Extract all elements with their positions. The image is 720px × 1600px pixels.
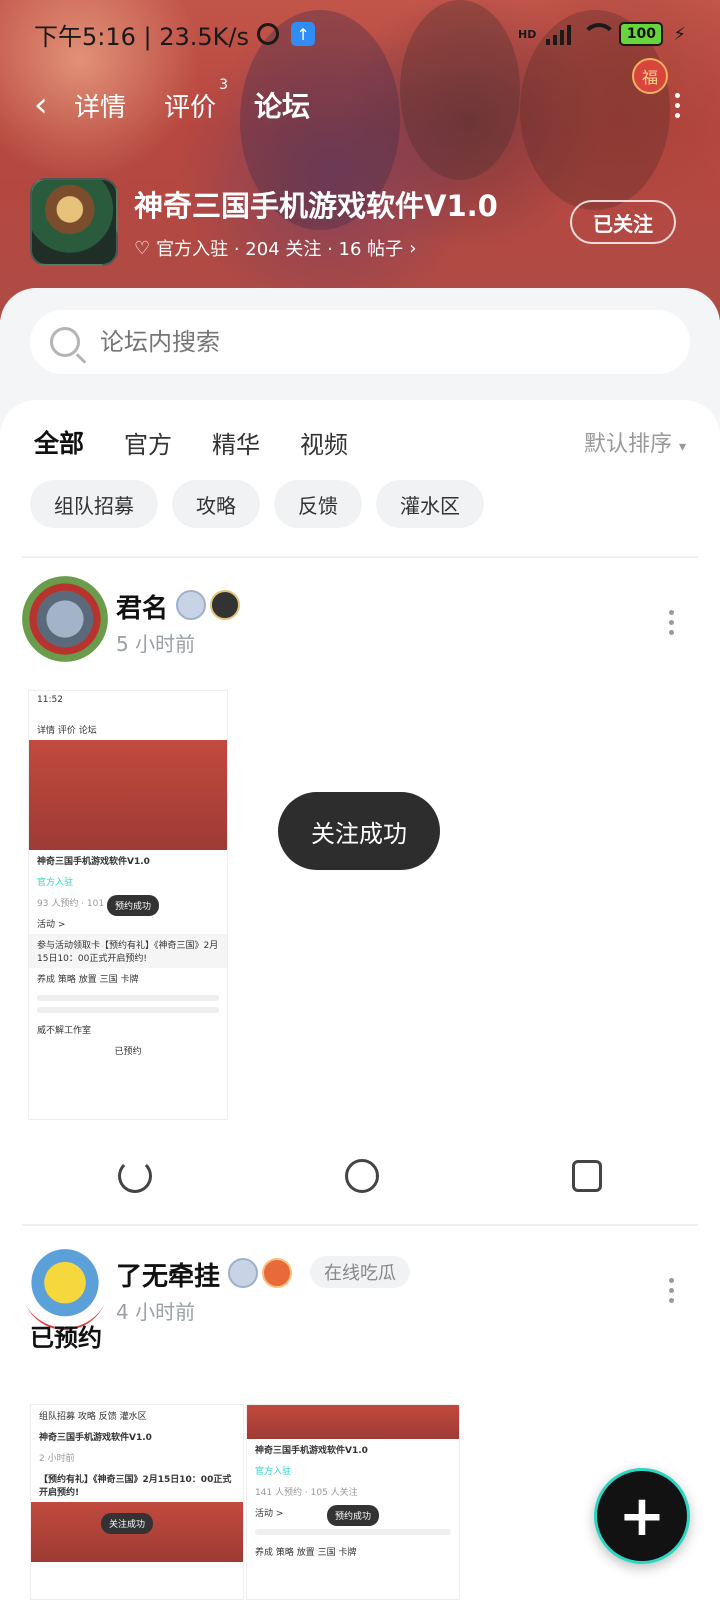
- post-image[interactable]: 11:52 详情 评价 论坛 神奇三国手机游戏软件V1.0 官方入驻 93 人预…: [28, 690, 228, 1120]
- post-card[interactable]: 君名 5 小时前 11:52 详情 评价 论坛 神奇三国手机游戏软件V1.0 官…: [22, 576, 698, 1216]
- mini-tags: 养成 策略 放置 三国 卡牌: [255, 1548, 357, 1558]
- mini-banner: [247, 1405, 459, 1439]
- post-image[interactable]: 组队招募 攻略 反馈 灌水区 神奇三国手机游戏软件V1.0 2 小时前 【预约有…: [30, 1404, 244, 1600]
- search-bar[interactable]: [30, 310, 690, 374]
- post-actions: [22, 1146, 698, 1206]
- mini-app-name: 神奇三国手机游戏软件V1.0: [255, 1446, 368, 1456]
- post-image[interactable]: 神奇三国手机游戏软件V1.0 官方入驻 141 人预约 · 105 人关注 活动…: [246, 1404, 460, 1600]
- tab-reviews[interactable]: 评价 3: [164, 77, 228, 124]
- mini-line: [255, 1529, 451, 1535]
- like-icon[interactable]: [571, 1160, 602, 1192]
- new-post-fab[interactable]: +: [594, 1468, 690, 1564]
- tab-label: 论坛: [254, 90, 311, 123]
- mini-app-name: 神奇三国手机游戏软件V1.0: [39, 1433, 152, 1443]
- filter-tab-all[interactable]: 全部: [34, 424, 84, 464]
- share-icon[interactable]: [118, 1159, 153, 1193]
- mini-toast: 预约成功: [107, 895, 160, 916]
- chip-team[interactable]: 组队招募: [30, 480, 158, 528]
- avatar[interactable]: [22, 576, 108, 662]
- mini-banner: [29, 740, 227, 850]
- divider: [22, 1224, 698, 1226]
- battery-icon: 100: [619, 22, 664, 46]
- user-badge-icon: [262, 1258, 292, 1288]
- status-time: 下午5:16 | 23.5K/s: [34, 22, 250, 51]
- tab-details[interactable]: 详情: [74, 87, 126, 124]
- filter-tabs: 全部 官方 精华 视频 默认排序 ▾: [34, 420, 686, 464]
- chip-guide[interactable]: 攻略: [172, 480, 260, 528]
- filter-tab-video[interactable]: 视频: [300, 425, 348, 460]
- forum-header-banner: 下午5:16 | 23.5K/s ↑ HD 100 ⚡ 福 ‹ 详情 评价 3 论…: [0, 0, 720, 320]
- tab-forum[interactable]: 论坛: [252, 85, 313, 127]
- mini-line: [37, 1007, 219, 1013]
- chip-water[interactable]: 灌水区: [376, 480, 484, 528]
- mini-chips: 组队招募 攻略 反馈 灌水区: [39, 1412, 147, 1422]
- search-icon: [50, 327, 80, 357]
- sort-dropdown[interactable]: 默认排序 ▾: [584, 426, 686, 458]
- search-input[interactable]: [100, 328, 600, 356]
- mini-line: [37, 995, 219, 1001]
- mini-tabs: 详情 评价 论坛: [37, 726, 97, 736]
- chevron-right-icon: ›: [409, 237, 417, 259]
- signal-icon: [546, 23, 572, 45]
- app-info: 神奇三国手机游戏软件V1.0 ♡ 官方入驻 · 204 关注 · 16 帖子 ›…: [30, 178, 676, 266]
- mini-activity: 活动 >: [37, 920, 66, 930]
- level-badge-icon: [176, 590, 206, 620]
- user-badge-icon: [210, 590, 240, 620]
- review-count: 3: [219, 76, 229, 93]
- mini-bottom: 已预约: [114, 1047, 142, 1057]
- online-status-chip: 在线吃瓜: [310, 1256, 410, 1288]
- mini-event: 参与活动领取卡【预约有礼】《神奇三国》2月15日10：00正式开启预约!: [29, 934, 227, 968]
- caret-down-icon: ▾: [678, 439, 686, 455]
- level-badge-icon: [228, 1258, 258, 1288]
- filter-tab-official[interactable]: 官方: [124, 425, 172, 460]
- mini-official: 官方入驻: [255, 1467, 292, 1477]
- app-icon[interactable]: [30, 178, 118, 266]
- post-more-icon[interactable]: [669, 1278, 674, 1303]
- charging-icon: ⚡: [673, 23, 686, 45]
- mini-status: 11:52: [29, 691, 227, 719]
- mini-time: 11:52: [37, 695, 63, 705]
- mini-app-name: 神奇三国手机游戏软件V1.0: [37, 857, 150, 867]
- alarm-icon: [257, 23, 280, 45]
- more-options-icon[interactable]: [675, 92, 680, 118]
- mini-time: 2 小时前: [39, 1454, 75, 1464]
- comment-icon[interactable]: [344, 1159, 379, 1193]
- tab-label: 详情: [74, 92, 127, 123]
- wifi-icon: [581, 23, 618, 45]
- post-time: 4 小时前: [116, 1300, 196, 1324]
- upload-notification-icon: ↑: [291, 22, 316, 46]
- mini-title: 【预约有礼】《神奇三国》2月15日10：00正式开启预约!: [39, 1475, 232, 1498]
- plus-icon: +: [618, 1483, 666, 1549]
- chip-feedback[interactable]: 反馈: [274, 480, 362, 528]
- post-username[interactable]: 了无牵挂: [116, 1256, 220, 1293]
- category-chips: 组队招募 攻略 反馈 灌水区: [30, 480, 484, 528]
- mini-toast: 关注成功: [101, 1513, 154, 1534]
- toast-message: 关注成功: [278, 792, 440, 870]
- tab-label: 评价: [164, 92, 217, 123]
- diamond-icon: ♡: [134, 237, 151, 259]
- mini-tags: 养成 策略 放置 三国 卡牌: [37, 975, 139, 985]
- app-name: 神奇三国手机游戏软件V1.0: [134, 189, 498, 223]
- top-nav: ‹ 详情 评价 3 论坛: [34, 77, 680, 130]
- sort-label: 默认排序: [583, 432, 672, 457]
- follow-button[interactable]: 已关注: [570, 200, 676, 244]
- back-icon[interactable]: ‹: [34, 85, 74, 125]
- post-more-icon[interactable]: [669, 610, 674, 635]
- mini-counts: 141 人预约 · 105 人关注: [255, 1488, 358, 1498]
- mini-toast: 预约成功: [327, 1505, 380, 1526]
- post-username[interactable]: 君名: [116, 588, 168, 625]
- hd-label: HD: [518, 27, 537, 41]
- mini-official: 官方入驻: [37, 878, 74, 888]
- mini-studio: 威不解工作室: [37, 1026, 92, 1036]
- post-card[interactable]: 了无牵挂 在线吃瓜 4 小时前 已预约 组队招募 攻略 反馈 灌水区 神奇三国手…: [22, 1244, 698, 1600]
- post-text: 已预约: [30, 1324, 102, 1352]
- post-time: 5 小时前: [116, 632, 196, 656]
- filter-tab-featured[interactable]: 精华: [212, 425, 260, 460]
- app-meta-text: 官方入驻 · 204 关注 · 16 帖子: [156, 239, 404, 260]
- divider: [22, 556, 698, 558]
- status-bar: 下午5:16 | 23.5K/s ↑ HD 100 ⚡: [34, 14, 686, 54]
- app-meta-link[interactable]: ♡ 官方入驻 · 204 关注 · 16 帖子 ›: [134, 235, 498, 261]
